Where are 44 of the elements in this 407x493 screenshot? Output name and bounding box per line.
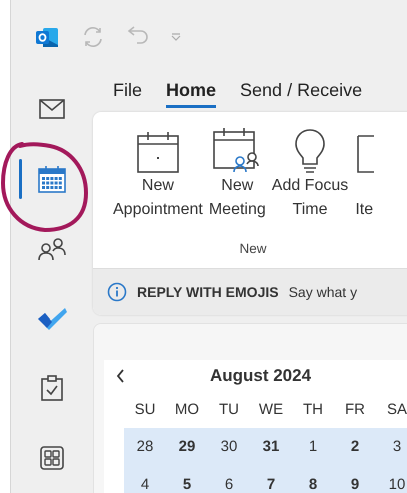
people-icon (37, 236, 67, 261)
calendar-day[interactable]: 30 (208, 428, 250, 466)
customize-dropdown-icon[interactable] (171, 33, 181, 41)
apps-grid-icon (40, 446, 64, 470)
ribbon-button[interactable]: Ite (352, 120, 376, 238)
calendar-day[interactable]: 9 (334, 466, 376, 493)
group-label: New (238, 240, 268, 258)
calendar-day[interactable]: 31 (250, 428, 292, 466)
ribbon-tab[interactable]: Home (166, 74, 216, 108)
ribbon-button[interactable]: Add Focus Time (270, 120, 350, 238)
info-icon (107, 282, 127, 302)
weekday-label: SA (386, 400, 407, 420)
weekday-label: FR (344, 400, 366, 420)
ribbon-tab[interactable]: File (113, 74, 142, 108)
outlook-logo-icon[interactable] (35, 25, 59, 49)
checkmark-icon (36, 306, 68, 330)
calendar-day[interactable]: 29 (166, 428, 208, 466)
calendar-day[interactable]: 7 (250, 466, 292, 493)
sync-icon[interactable] (81, 25, 105, 49)
clipboard-check-icon (41, 375, 63, 402)
mail-icon (39, 98, 65, 119)
weekday-label: WE (258, 400, 284, 420)
info-title: REPLY WITH EMOJIS (137, 284, 279, 300)
ribbon-tab[interactable]: Send / Receive (240, 74, 362, 108)
calendar-day[interactable]: 5 (166, 466, 208, 493)
weekday-label: TU (218, 400, 240, 420)
info-message: Say what y (288, 284, 358, 300)
calendar-day[interactable]: 4 (124, 466, 166, 493)
ribbon-button[interactable]: New Appointment (111, 120, 205, 238)
calendar-day[interactable]: 3 (376, 428, 407, 466)
calendar-day[interactable]: 8 (292, 466, 334, 493)
previous-month-icon[interactable] (116, 369, 125, 383)
calendar-day[interactable]: 1 (292, 428, 334, 466)
calendar-day[interactable]: 2 (334, 428, 376, 466)
ribbon-button[interactable]: New Meeting (206, 120, 268, 238)
weekday-label: MO (174, 400, 200, 420)
lightbulb-icon (294, 128, 326, 174)
calendar-day[interactable]: 6 (208, 466, 250, 493)
weekday-label: TH (302, 400, 324, 420)
calendar-icon (38, 164, 66, 193)
calendar-day[interactable]: 10 (376, 466, 407, 493)
month-title: August 2024 (208, 366, 312, 386)
calendar-day[interactable]: 28 (124, 428, 166, 466)
weekday-label: SU (134, 400, 156, 420)
